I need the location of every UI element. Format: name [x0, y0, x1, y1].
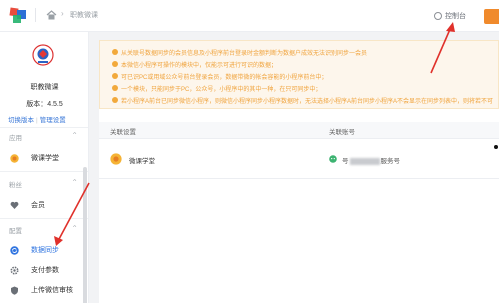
- chevron-up-icon[interactable]: ^: [73, 179, 76, 184]
- home-icon[interactable]: [46, 10, 57, 20]
- notice-line: 可已识PC或用域公众号前台登录会员，数据带微的帐会容能的小程序前台中；: [112, 71, 327, 81]
- sidebar-item-members[interactable]: 会员: [0, 197, 88, 213]
- breadcrumb-chevron-icon: ›: [61, 9, 64, 18]
- switch-version-link[interactable]: 切换版本: [8, 117, 34, 124]
- warning-icon: [112, 49, 118, 55]
- sidebar-item-label: 支付参数: [31, 267, 59, 274]
- console-label: 控制台: [445, 13, 466, 20]
- app-logo-icon: [110, 153, 122, 165]
- sidebar-divider: [0, 218, 88, 219]
- sidebar-scrollbar[interactable]: [83, 167, 87, 303]
- warning-icon: [112, 61, 118, 67]
- sidebar-item-label: 会员: [31, 202, 45, 209]
- colored-squares-logo[interactable]: [9, 7, 28, 24]
- top-divider: [35, 8, 36, 22]
- group-title-apps: 应用: [9, 135, 22, 142]
- notice-line: 若小程序A前台已同步微信小程序，则微信小程序同步小程序数据时，无法选择小程序A前…: [112, 95, 493, 105]
- dot-marker: [494, 145, 498, 149]
- group-title-config: 配置: [9, 228, 22, 235]
- row-app-name: 微课学堂: [129, 158, 155, 165]
- column-header-setting: 关联设置: [110, 129, 136, 136]
- group-title-fans: 粉丝: [9, 182, 22, 189]
- table-row[interactable]: 微课学堂 号服务号: [99, 139, 499, 179]
- sidebar-item-wkxt[interactable]: 微课学堂: [0, 150, 88, 166]
- wechat-icon: [329, 155, 337, 163]
- table-header: 关联设置 关联账号: [99, 122, 499, 139]
- app-links: 切换版本 | 管理设置: [8, 114, 66, 124]
- top-bar: › 职教微课 控制台: [0, 0, 499, 32]
- chevron-up-icon[interactable]: ^: [73, 132, 76, 137]
- warning-icon: [112, 85, 118, 91]
- gear-icon: [434, 12, 442, 20]
- heart-icon: [10, 201, 19, 209]
- sidebar-item-payment[interactable]: 支付参数: [0, 262, 88, 278]
- console-button[interactable]: 控制台: [434, 10, 466, 22]
- warning-icon: [112, 73, 118, 79]
- column-header-account: 关联账号: [329, 129, 355, 136]
- notice-line: 一个模块，只能同步于PC，公众号，小程序中的其中一种，在只可同步中；: [112, 83, 321, 93]
- shield-icon: [11, 286, 18, 295]
- notice-line: 本微信小程序可操作的模块中，仅能示可进行可识的数据；: [112, 59, 277, 69]
- notice-box: 从关联号数据同步的会员信息及小程序前台登录时金额判断为数据户成效无法识别同步一会…: [99, 40, 499, 109]
- content-card: 从关联号数据同步的会员信息及小程序前台登录时金额判断为数据户成效无法识别同步一会…: [99, 40, 499, 303]
- app-version: 版本：4.5.5: [26, 101, 63, 108]
- notice-line: 从关联号数据同步的会员信息及小程序前台登录时金额判断为数据户成效无法识别同步一会…: [112, 47, 367, 57]
- sidebar-item-data-sync[interactable]: 数据同步: [0, 242, 88, 258]
- app-logo: [32, 44, 54, 66]
- sidebar-divider: [0, 171, 88, 172]
- chevron-up-icon[interactable]: ^: [73, 225, 76, 230]
- sidebar: 职教微课 版本：4.5.5 切换版本 | 管理设置 应用 ^ 微课学堂 粉丝 ^ 会…: [0, 32, 89, 303]
- sidebar-item-label: 微课学堂: [31, 155, 59, 162]
- sidebar-item-label: 数据同步: [31, 247, 59, 254]
- breadcrumb[interactable]: 职教微课: [70, 10, 98, 20]
- app-logo-icon: [10, 153, 19, 163]
- link-separator: |: [36, 117, 38, 124]
- sidebar-divider: [0, 127, 88, 128]
- manage-settings-link[interactable]: 管理设置: [40, 117, 66, 124]
- sidebar-item-label: 上传微信审核: [31, 287, 73, 294]
- app-name: 职教微课: [30, 84, 59, 91]
- warning-icon: [112, 97, 118, 103]
- row-account: 号服务号: [342, 157, 400, 165]
- gear-icon: [10, 265, 19, 275]
- sync-icon: [10, 245, 19, 255]
- redacted-text: [349, 157, 380, 165]
- sidebar-item-wechat-review[interactable]: 上传微信审核: [0, 282, 88, 298]
- main-content: 从关联号数据同步的会员信息及小程序前台登录时金额判断为数据户成效无法识别同步一会…: [89, 32, 499, 303]
- avatar[interactable]: [484, 9, 499, 24]
